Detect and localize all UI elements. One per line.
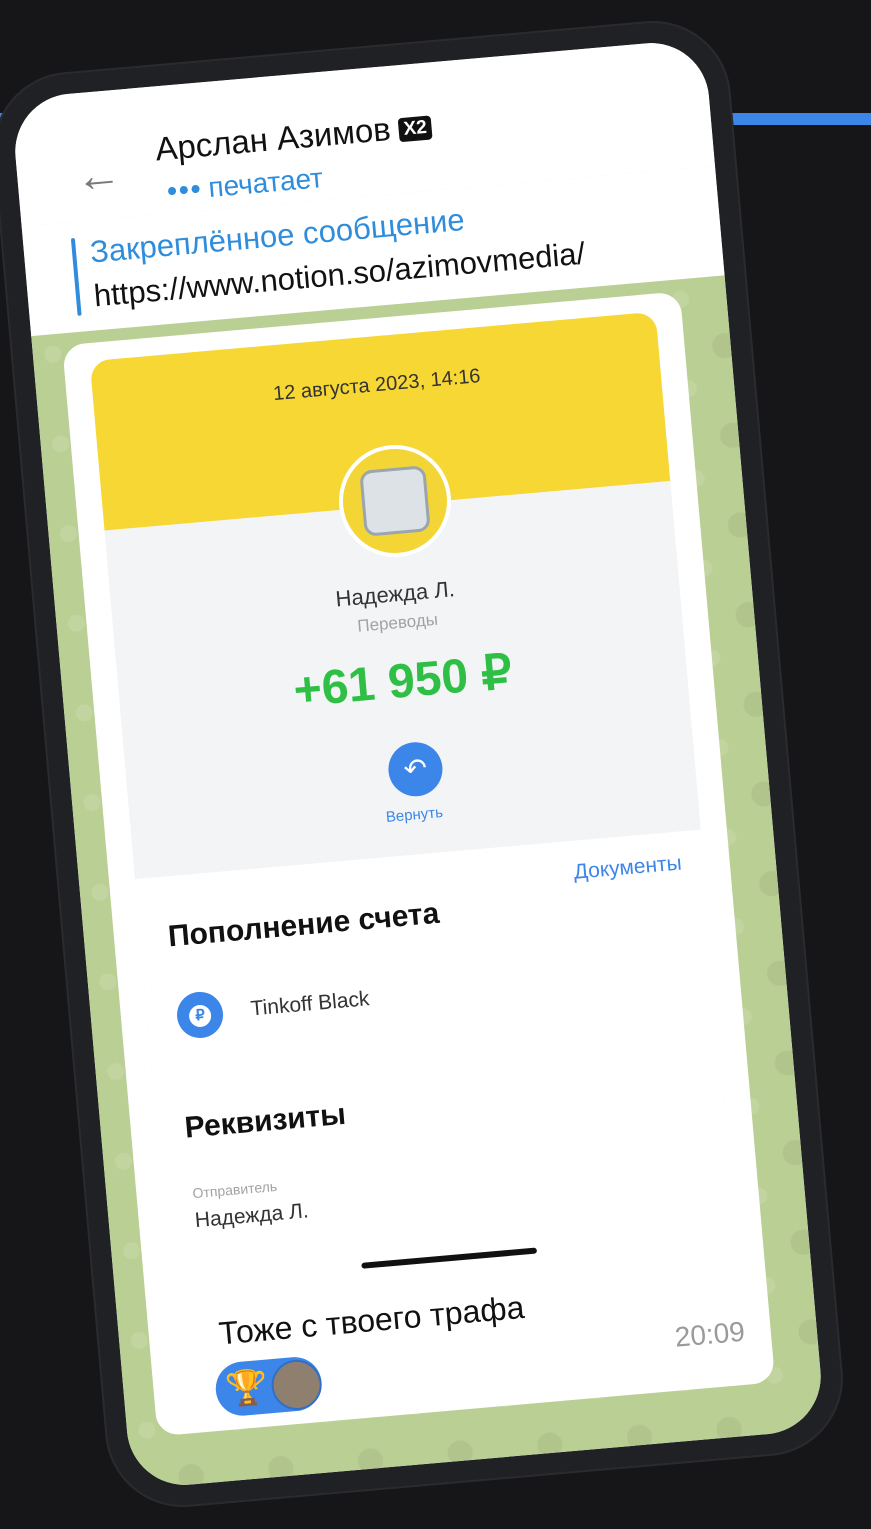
receipt-date: 12 августа 2023, 14:16	[272, 365, 482, 406]
receipt-screenshot: 12 августа 2023, 14:16 Надежда Л. Перево…	[89, 311, 734, 1258]
reaction-badge[interactable]: 🏆	[213, 1354, 324, 1418]
topup-title: Пополнение счета	[166, 896, 441, 954]
documents-link: Документы	[572, 851, 683, 884]
typing-status-text: печатает	[207, 162, 325, 204]
typing-status: ••• печатает	[166, 162, 325, 208]
pinned-bar	[70, 237, 82, 316]
message-text: Тоже с твоего трафа	[217, 1288, 526, 1352]
back-arrow-icon[interactable]: ←	[73, 147, 123, 203]
message-time: 20:09	[673, 1315, 747, 1353]
chat-screen: ← Арслан Азимов X2 ••• печатает Закреплённ…	[10, 38, 826, 1490]
home-indicator	[361, 1247, 538, 1269]
sender-label: Отправитель	[191, 1177, 278, 1202]
requisites-title: Реквизиты	[183, 1097, 348, 1145]
ruble-icon: ₽	[175, 990, 225, 1040]
x2-badge: X2	[397, 115, 433, 143]
receipt-details: Документы Пополнение счета ₽ Tinkoff Bla…	[134, 829, 734, 1258]
typing-dots-icon: •••	[165, 172, 204, 207]
contact-name[interactable]: Арслан Азимов X2	[154, 106, 434, 168]
trophy-icon: 🏆	[224, 1367, 270, 1410]
avatar	[269, 1357, 324, 1413]
sender-value: Надежда Л.	[193, 1199, 310, 1233]
bank-emblem	[359, 465, 431, 537]
card-name: Tinkoff Black	[249, 987, 371, 1021]
contact-name-text: Арслан Азимов	[153, 110, 393, 168]
return-arrow-icon: ↶	[386, 739, 445, 799]
message-bubble[interactable]: 12 августа 2023, 14:16 Надежда Л. Перево…	[62, 291, 776, 1437]
phone-frame: ← Арслан Азимов X2 ••• печатает Закреплённ…	[0, 14, 850, 1514]
